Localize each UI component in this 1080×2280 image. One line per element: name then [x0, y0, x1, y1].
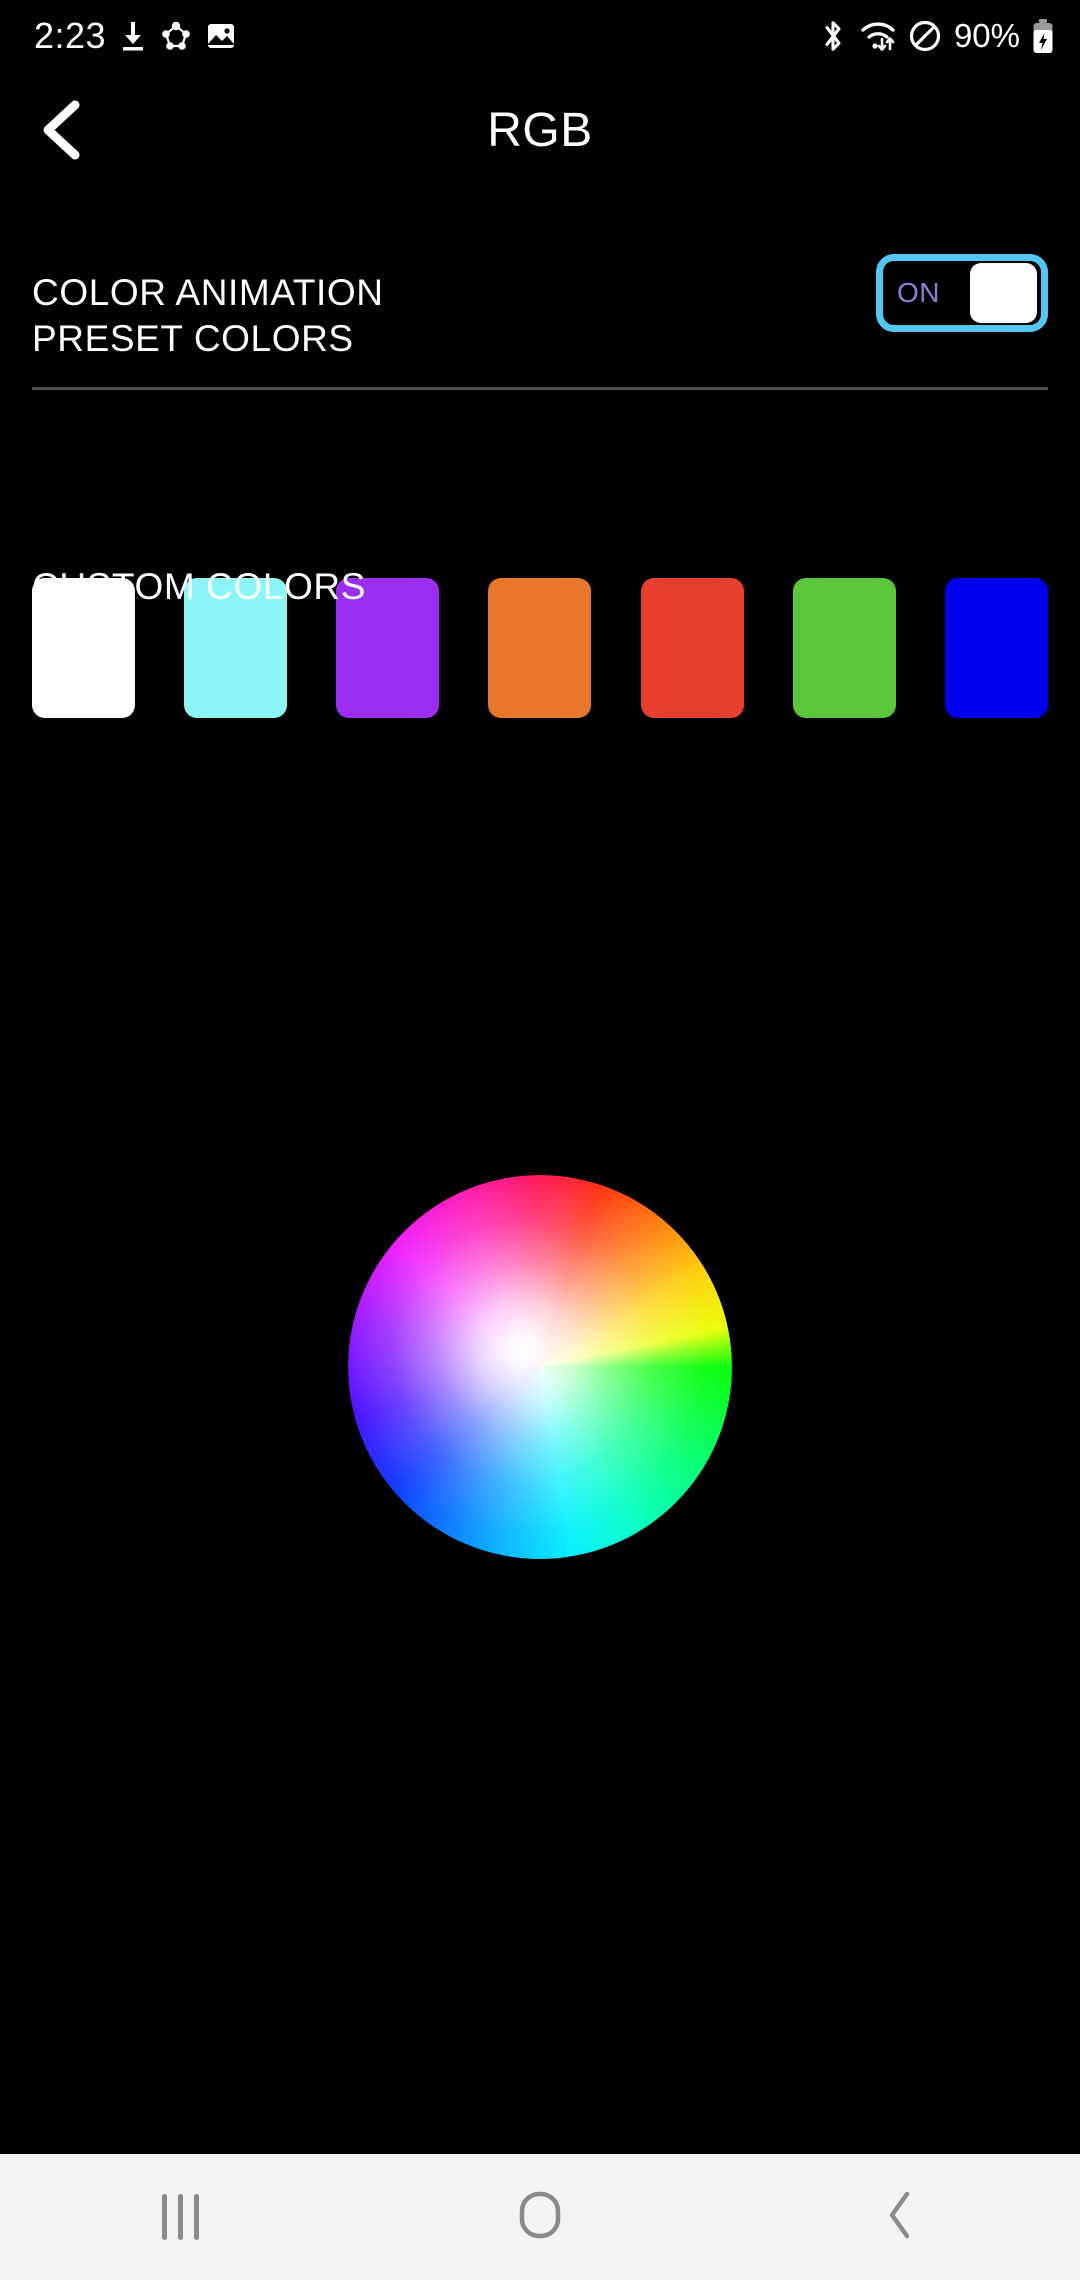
- home-icon: [516, 2189, 564, 2246]
- custom-colors-section: [0, 1175, 1080, 1745]
- preset-swatch-green[interactable]: [792, 578, 896, 718]
- nav-recents-button[interactable]: [0, 2154, 360, 2280]
- preset-colors-title: PRESET COLORS: [32, 318, 354, 359]
- app-screen: 2:23 90% RGB COLOR ANIMATION ON PRESET C…: [0, 0, 1080, 2280]
- android-navigation-bar: [0, 2154, 1080, 2280]
- back-chevron-icon: [883, 2189, 917, 2246]
- custom-colors-title: CUSTOM COLORS: [32, 566, 366, 607]
- recents-icon: [161, 2194, 199, 2240]
- nav-back-button[interactable]: [720, 2154, 1080, 2280]
- preset-swatch-red[interactable]: [640, 578, 744, 718]
- color-wheel-picker[interactable]: [348, 1175, 732, 1559]
- color-wheel-saturation-overlay: [348, 1175, 732, 1559]
- preset-colors-section: PRESET COLORS CUSTOM COLORS: [0, 0, 1080, 1080]
- preset-swatch-blue[interactable]: [944, 578, 1048, 718]
- preset-swatch-orange[interactable]: [488, 578, 592, 718]
- nav-home-button[interactable]: [360, 2154, 720, 2280]
